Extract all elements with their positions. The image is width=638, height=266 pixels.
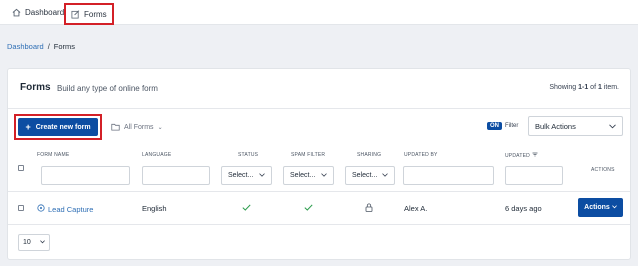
actions-dropdown-button[interactable]: Actions <box>578 198 623 217</box>
chevron-down-icon <box>40 239 45 246</box>
create-form-highlight: + Create new form <box>14 114 102 140</box>
top-navigation: Dashboard Forms <box>0 0 638 25</box>
form-name-link[interactable]: Lead Capture <box>48 205 93 214</box>
results-count-suffix: item. <box>601 84 619 91</box>
breadcrumb-dashboard-link[interactable]: Dashboard <box>7 42 44 51</box>
status-filter-value: Select... <box>228 172 254 179</box>
filter-toggle-state: ON <box>487 122 502 130</box>
page-size-value: 10 <box>23 239 31 246</box>
language-cell: English <box>142 204 167 213</box>
page-subtitle: Build any type of online form <box>57 84 158 93</box>
chevron-down-icon: ⌄ <box>157 125 163 131</box>
sharing-filter-value: Select... <box>352 172 378 179</box>
plus-icon: + <box>25 121 31 132</box>
column-header-updated[interactable]: UPDATED <box>505 152 538 159</box>
column-header-updated-by: UPDATED BY <box>404 152 438 158</box>
updated-by-filter-input[interactable] <box>403 166 494 185</box>
column-header-actions: ACTIONS <box>591 167 615 173</box>
page-size-select[interactable]: 10 <box>18 234 50 251</box>
sort-icon <box>532 152 538 159</box>
row-divider <box>8 191 630 192</box>
updated-cell: 6 days ago <box>505 204 542 213</box>
filter-toggle-label: Filter <box>505 123 519 129</box>
page-title: Forms <box>20 82 51 93</box>
create-new-form-button[interactable]: + Create new form <box>18 118 98 136</box>
form-link-icon <box>37 204 45 214</box>
column-header-updated-label: UPDATED <box>505 152 530 159</box>
column-header-sharing: SHARING <box>357 152 382 158</box>
all-forms-dropdown[interactable]: All Forms ⌄ <box>111 123 163 132</box>
home-icon <box>12 8 21 17</box>
spam-filter-value: Select... <box>290 172 316 179</box>
column-header-spam-filter: SPAM FILTER <box>291 152 326 158</box>
nav-dashboard-label: Dashboard <box>25 8 65 17</box>
chevron-down-icon <box>611 204 617 211</box>
chevron-down-icon <box>321 172 327 179</box>
card-header: Forms Build any type of online form Show… <box>8 69 630 109</box>
results-count-range: 1-1 <box>578 84 589 91</box>
spam-filter-check-icon <box>304 204 313 211</box>
chevron-down-icon <box>382 172 388 179</box>
column-header-form-name: FORM NAME <box>37 152 70 158</box>
spam-filter-select[interactable]: Select... <box>283 166 334 185</box>
column-header-status: STATUS <box>238 152 259 158</box>
results-count-of: of <box>588 84 598 91</box>
nav-dashboard[interactable]: Dashboard <box>12 0 64 25</box>
folder-icon <box>111 123 120 132</box>
forms-card: Forms Build any type of online form Show… <box>7 68 631 260</box>
status-check-icon <box>242 204 251 211</box>
sharing-filter-select[interactable]: Select... <box>345 166 395 185</box>
updated-filter-input[interactable] <box>505 166 563 185</box>
form-name-filter-input[interactable] <box>41 166 130 185</box>
nav-forms-label: Forms <box>84 9 107 19</box>
bulk-actions-label: Bulk Actions <box>535 121 576 131</box>
select-all-checkbox[interactable] <box>18 165 24 171</box>
language-filter-input[interactable] <box>142 166 210 185</box>
nav-forms[interactable]: Forms <box>64 3 114 25</box>
lock-icon <box>365 203 373 212</box>
breadcrumb: Dashboard / Forms <box>7 42 75 51</box>
breadcrumb-separator: / <box>47 42 50 51</box>
row-divider <box>8 224 630 225</box>
row-checkbox[interactable] <box>18 205 24 211</box>
filter-toggle[interactable]: ON Filter <box>487 122 518 130</box>
chevron-down-icon <box>259 172 265 179</box>
results-count: Showing 1-1 of 1 item. <box>549 84 619 91</box>
create-new-form-label: Create new form <box>35 123 91 131</box>
updated-by-cell: Alex A. <box>404 204 428 213</box>
actions-label: Actions <box>584 204 610 211</box>
edit-form-icon <box>71 9 80 19</box>
form-name-cell[interactable]: Lead Capture <box>37 204 93 214</box>
results-count-prefix: Showing <box>549 84 579 91</box>
column-header-language: LANGUAGE <box>142 152 172 158</box>
bulk-actions-select[interactable]: Bulk Actions <box>528 116 623 136</box>
all-forms-label: All Forms <box>124 124 154 131</box>
chevron-down-icon <box>609 122 616 131</box>
status-filter-select[interactable]: Select... <box>221 166 272 185</box>
breadcrumb-current: Forms <box>53 42 76 51</box>
